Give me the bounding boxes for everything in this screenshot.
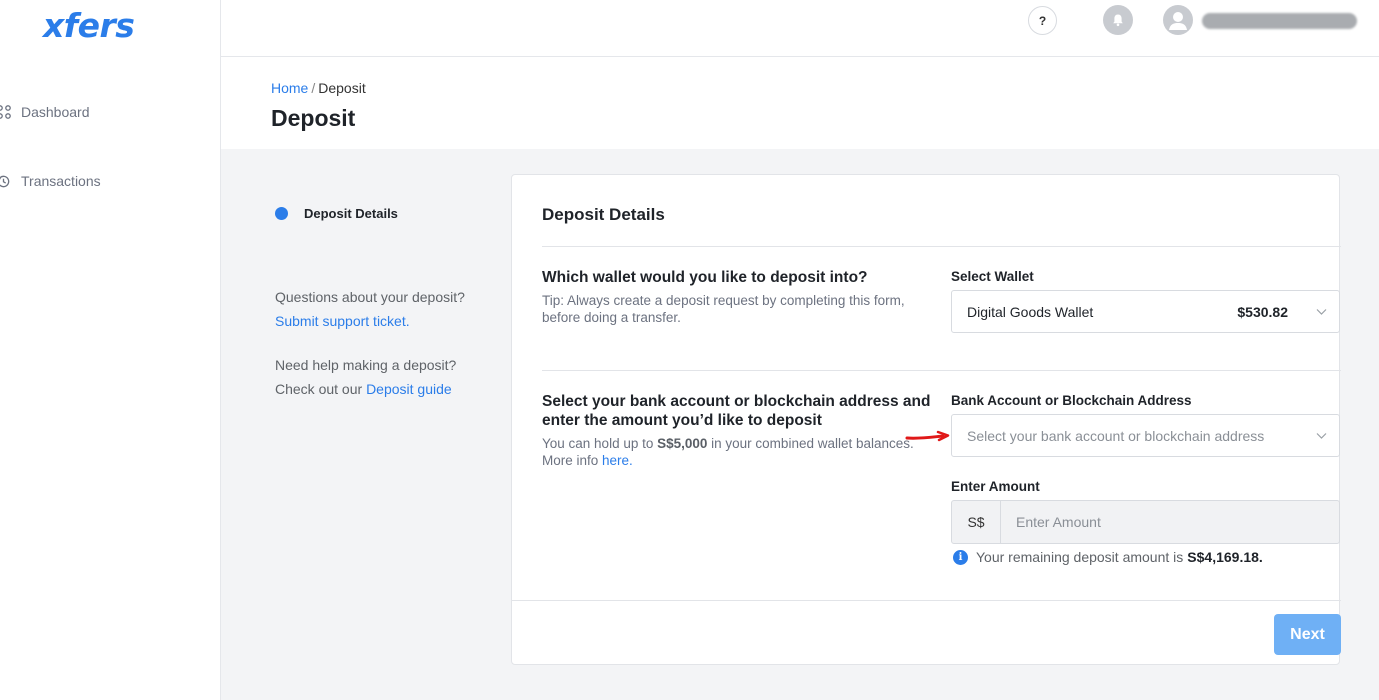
wallet-question: Which wallet would you like to deposit i… xyxy=(542,269,868,286)
user-icon xyxy=(1169,12,1187,30)
guide-help: Need help making a deposit? Check out ou… xyxy=(275,353,456,401)
page-header: Home / Deposit Deposit xyxy=(221,57,1379,149)
wallet-label: Select Wallet xyxy=(951,269,1034,284)
bell-icon xyxy=(1113,14,1123,27)
sidebar-item-label: Dashboard xyxy=(21,104,90,120)
sidebar-item-dashboard[interactable]: Dashboard xyxy=(0,104,90,120)
divider xyxy=(542,246,1341,247)
breadcrumb-current: Deposit xyxy=(318,80,366,96)
breadcrumb: Home / Deposit xyxy=(271,80,366,96)
divider xyxy=(542,370,1341,371)
main-content: Deposit Details Questions about your dep… xyxy=(221,149,1379,700)
remaining-value: S$4,169.18. xyxy=(1187,549,1263,565)
sidebar-item-transactions[interactable]: Transactions xyxy=(0,173,101,189)
remaining-amount-note: i Your remaining deposit amount is S$4,1… xyxy=(953,549,1263,565)
currency-prefix: S$ xyxy=(952,501,1001,543)
next-button[interactable]: Next xyxy=(1274,614,1341,655)
divider xyxy=(512,600,1341,601)
bank-question: Select your bank account or blockchain a… xyxy=(542,393,931,429)
bank-label: Bank Account or Blockchain Address xyxy=(951,393,1192,408)
amount-label: Enter Amount xyxy=(951,479,1040,494)
notifications-button[interactable] xyxy=(1103,5,1133,35)
help-button[interactable]: ? xyxy=(1028,6,1057,35)
info-icon: i xyxy=(953,549,968,565)
deposit-guide-link[interactable]: Deposit guide xyxy=(366,381,452,397)
sidebar: xfers Dashboard Transactions xyxy=(0,0,221,700)
username-redacted[interactable] xyxy=(1202,13,1357,29)
breadcrumb-home-link[interactable]: Home xyxy=(271,80,308,96)
chevron-down-icon xyxy=(1316,309,1327,315)
step-deposit-details: Deposit Details xyxy=(275,206,398,221)
card-title: Deposit Details xyxy=(542,205,665,224)
bank-subtext: You can hold up to S$5,000 in your combi… xyxy=(542,435,922,469)
wallet-selected-name: Digital Goods Wallet xyxy=(967,303,1094,320)
step-active-dot xyxy=(275,207,288,220)
remaining-text: Your remaining deposit amount is xyxy=(976,549,1184,565)
history-icon xyxy=(0,175,10,187)
red-arrow-annotation-icon xyxy=(905,430,950,442)
wallet-select[interactable]: Digital Goods Wallet $530.82 xyxy=(951,290,1340,333)
bank-sub-limit: S$5,000 xyxy=(657,436,708,451)
more-info-link[interactable]: here. xyxy=(602,453,633,468)
xfers-logo[interactable]: xfers xyxy=(43,6,135,45)
support-question: Questions about your deposit? xyxy=(275,289,465,305)
support-help: Questions about your deposit? Submit sup… xyxy=(275,285,465,333)
sidebar-item-label: Transactions xyxy=(21,173,101,189)
chevron-down-icon xyxy=(1316,433,1327,439)
amount-input[interactable]: Enter Amount xyxy=(1001,501,1339,543)
avatar[interactable] xyxy=(1163,5,1193,35)
wallet-balance: $530.82 xyxy=(1237,303,1288,320)
grid-icon xyxy=(0,105,11,119)
bank-select[interactable]: Select your bank account or blockchain a… xyxy=(951,414,1340,457)
deposit-card: Deposit Details Which wallet would you l… xyxy=(511,174,1341,665)
amount-field[interactable]: S$ Enter Amount xyxy=(951,500,1340,544)
bank-placeholder: Select your bank account or blockchain a… xyxy=(967,427,1265,444)
bank-sub-prefix: You can hold up to xyxy=(542,436,658,451)
guide-prefix: Check out our xyxy=(275,381,367,397)
breadcrumb-separator: / xyxy=(311,80,316,96)
support-ticket-link[interactable]: Submit support ticket. xyxy=(275,313,410,329)
page-title: Deposit xyxy=(271,105,356,131)
guide-question: Need help making a deposit? xyxy=(275,357,457,373)
top-bar: ? xyxy=(221,0,1379,57)
step-label: Deposit Details xyxy=(304,206,398,221)
wallet-tip: Tip: Always create a deposit request by … xyxy=(542,293,905,325)
